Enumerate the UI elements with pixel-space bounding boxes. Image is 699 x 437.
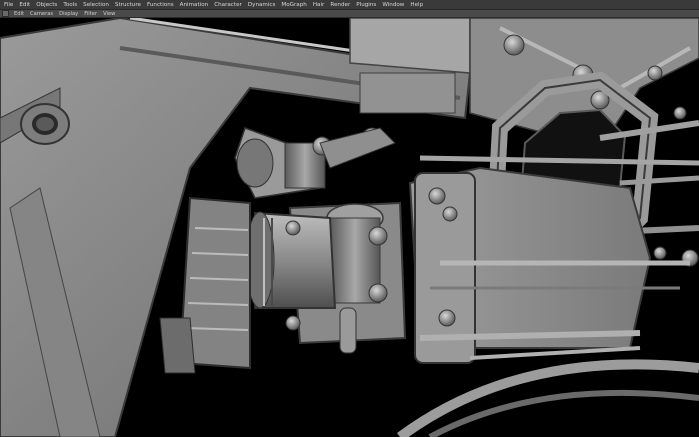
- menu-file[interactable]: File: [4, 0, 13, 10]
- menu-window[interactable]: Window: [382, 0, 404, 10]
- viewport-menu-display[interactable]: Display: [59, 10, 78, 18]
- viewport-handle-icon[interactable]: [2, 10, 9, 17]
- frame-bolt: [20, 103, 70, 145]
- menu-functions[interactable]: Functions: [147, 0, 174, 10]
- main-menu-bar: File Edit Objects Tools Selection Struct…: [0, 0, 699, 10]
- menu-dynamics[interactable]: Dynamics: [248, 0, 276, 10]
- viewport-menu-view[interactable]: View: [103, 10, 115, 18]
- viewport-menu-filter[interactable]: Filter: [84, 10, 97, 18]
- menu-hair[interactable]: Hair: [313, 0, 325, 10]
- menu-animation[interactable]: Animation: [180, 0, 209, 10]
- menu-selection[interactable]: Selection: [83, 0, 109, 10]
- menu-mograph[interactable]: MoGraph: [281, 0, 306, 10]
- menu-help[interactable]: Help: [410, 0, 423, 10]
- menu-render[interactable]: Render: [330, 0, 350, 10]
- menu-character[interactable]: Character: [214, 0, 242, 10]
- menu-objects[interactable]: Objects: [36, 0, 57, 10]
- menu-tools[interactable]: Tools: [63, 0, 77, 10]
- 3d-viewport[interactable]: [0, 18, 699, 437]
- menu-edit[interactable]: Edit: [19, 0, 30, 10]
- viewport-render: [0, 18, 699, 437]
- menu-plugins[interactable]: Plugins: [356, 0, 376, 10]
- viewport-menu-edit[interactable]: Edit: [14, 10, 24, 18]
- app-window: File Edit Objects Tools Selection Struct…: [0, 0, 699, 437]
- viewport-menu-cameras[interactable]: Cameras: [30, 10, 53, 18]
- menu-structure[interactable]: Structure: [115, 0, 141, 10]
- viewport-menu-bar: Edit Cameras Display Filter View: [0, 10, 699, 18]
